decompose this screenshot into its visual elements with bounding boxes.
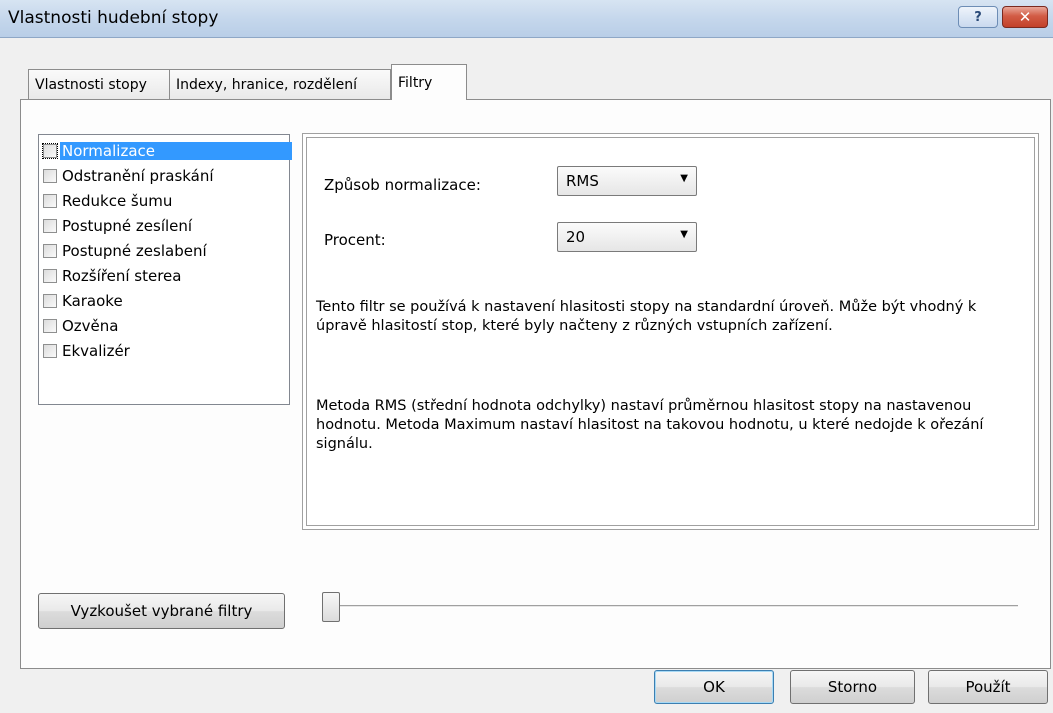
select-value: 20	[566, 228, 586, 246]
help-icon: ?	[974, 9, 982, 25]
filter-item-postupne-zesileni[interactable]: Postupné zesílení	[43, 214, 194, 238]
button-label: Použít	[965, 678, 1011, 696]
filter-checkbox[interactable]	[43, 219, 57, 233]
normalization-method-select[interactable]: RMS ▼	[557, 166, 697, 196]
filter-label: Rozšíření sterea	[62, 267, 182, 285]
button-label: Vyzkoušet vybrané filtry	[70, 602, 253, 620]
help-button[interactable]: ?	[958, 6, 998, 28]
filter-checkbox[interactable]	[43, 194, 57, 208]
preview-slider-track[interactable]	[328, 605, 1018, 608]
preview-slider-thumb[interactable]	[322, 592, 340, 622]
cancel-button[interactable]: Storno	[790, 670, 915, 704]
tab-indexes[interactable]: Indexy, hranice, rozdělení	[169, 69, 391, 99]
window-title: Vlastnosti hudební stopy	[8, 8, 219, 28]
filter-item-postupne-zeslabeni[interactable]: Postupné zeslabení	[43, 239, 209, 263]
filter-item-normalizace[interactable]: Normalizace	[42, 139, 292, 163]
filter-label: Ozvěna	[62, 317, 119, 335]
percent-select[interactable]: 20 ▼	[557, 222, 697, 252]
filter-checkbox[interactable]	[43, 169, 57, 183]
chevron-down-icon: ▼	[680, 173, 688, 184]
title-bar[interactable]: Vlastnosti hudební stopy ? ✕	[0, 0, 1053, 38]
close-icon: ✕	[1018, 8, 1032, 26]
tab-filters[interactable]: Filtry	[391, 64, 467, 100]
filter-item-ozvena[interactable]: Ozvěna	[43, 314, 120, 338]
filter-checkbox[interactable]	[43, 244, 57, 258]
test-filters-button[interactable]: Vyzkoušet vybrané filtry	[38, 593, 285, 629]
filter-checkbox[interactable]	[43, 344, 57, 358]
filter-checkbox[interactable]	[42, 143, 58, 159]
filter-description: Tento filtr se používá k nastavení hlasi…	[316, 299, 977, 334]
normalization-method-label: Způsob normalizace:	[324, 176, 481, 194]
method-description: Metoda RMS (střední hodnota odchylky) na…	[316, 398, 984, 452]
filter-label: Karaoke	[62, 292, 123, 310]
tab-track-properties[interactable]: Vlastnosti stopy	[28, 69, 170, 99]
tab-label: Vlastnosti stopy	[35, 77, 147, 93]
filter-label: Normalizace	[60, 142, 292, 160]
filter-label: Postupné zeslabení	[62, 242, 207, 260]
filter-item-karaoke[interactable]: Karaoke	[43, 289, 125, 313]
filter-checkbox[interactable]	[43, 294, 57, 308]
tab-label: Indexy, hranice, rozdělení	[176, 77, 358, 93]
filter-checkbox[interactable]	[43, 269, 57, 283]
select-value: RMS	[566, 172, 599, 190]
filter-item-redukce-sumu[interactable]: Redukce šumu	[43, 189, 174, 213]
filter-item-rozsireni-sterea[interactable]: Rozšíření sterea	[43, 264, 183, 288]
button-label: Storno	[827, 678, 878, 696]
ok-button[interactable]: OK	[654, 670, 774, 704]
percent-label: Procent:	[324, 231, 386, 249]
filter-label: Redukce šumu	[62, 192, 173, 210]
close-button[interactable]: ✕	[1002, 6, 1048, 28]
button-label: OK	[703, 678, 725, 696]
filter-checkbox[interactable]	[43, 319, 57, 333]
filter-item-odstraneni-praskani[interactable]: Odstranění praskání	[43, 164, 216, 188]
tab-label: Filtry	[398, 75, 433, 91]
filter-list[interactable]: Normalizace Odstranění praskání Redukce …	[38, 134, 292, 405]
chevron-down-icon: ▼	[680, 229, 688, 240]
filter-label: Odstranění praskání	[62, 167, 214, 185]
filter-label: Postupné zesílení	[62, 217, 193, 235]
filter-item-ekvalizer[interactable]: Ekvalizér	[43, 339, 132, 363]
apply-button[interactable]: Použít	[928, 670, 1048, 704]
filter-label: Ekvalizér	[62, 342, 130, 360]
